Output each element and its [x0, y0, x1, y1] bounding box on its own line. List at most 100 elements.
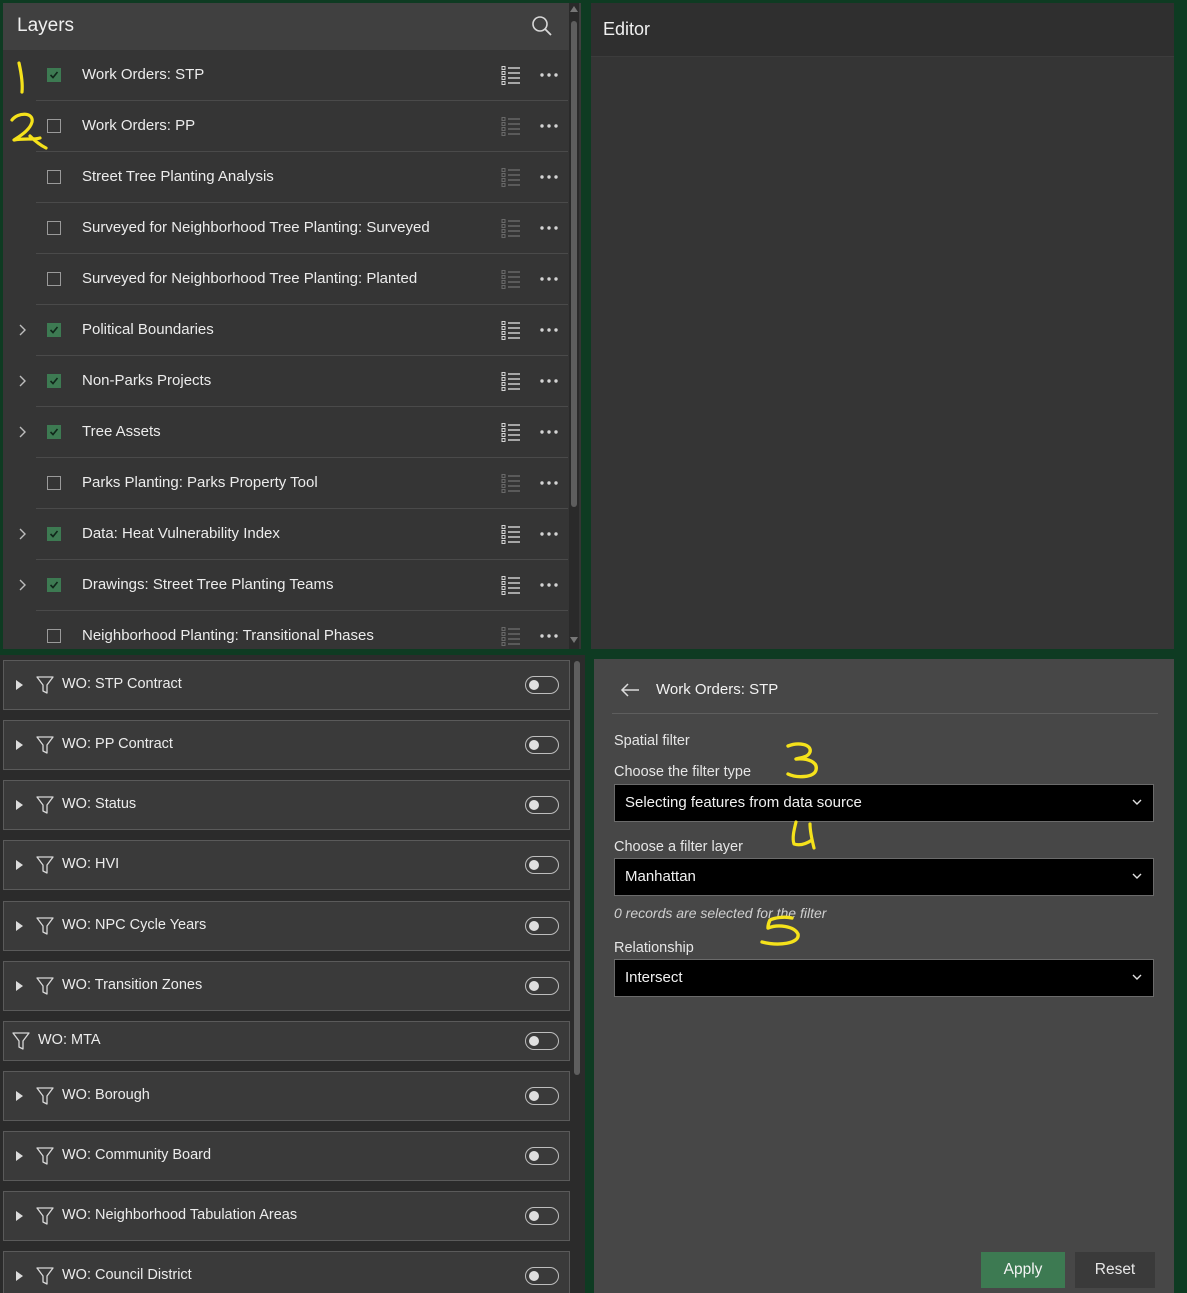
more-options-icon[interactable] [538, 371, 560, 391]
more-options-icon[interactable] [538, 269, 560, 289]
layers-scrollbar[interactable] [569, 3, 579, 649]
filter-item[interactable]: WO: Status [3, 780, 570, 830]
filter-toggle[interactable] [525, 856, 559, 874]
expand-triangle-icon[interactable] [16, 860, 23, 870]
layer-row[interactable]: Neighborhood Planting: Transitional Phas… [3, 611, 568, 649]
expand-triangle-icon[interactable] [16, 1271, 23, 1281]
layer-row[interactable]: Work Orders: STP [3, 50, 568, 101]
legend-icon[interactable] [501, 473, 521, 493]
layer-visibility-checkbox[interactable] [47, 323, 61, 337]
filter-item[interactable]: WO: HVI [3, 840, 570, 890]
filter-toggle[interactable] [525, 977, 559, 995]
legend-icon[interactable] [501, 371, 521, 391]
filter-item[interactable]: WO: Community Board [3, 1131, 570, 1181]
filter-layer-select[interactable]: Manhattan [614, 858, 1154, 896]
more-options-icon[interactable] [538, 116, 560, 136]
apply-button[interactable]: Apply [981, 1252, 1065, 1288]
filter-toggle[interactable] [525, 676, 559, 694]
layer-row[interactable]: Drawings: Street Tree Planting Teams [3, 560, 568, 611]
filter-toggle[interactable] [525, 1207, 559, 1225]
filter-type-select[interactable]: Selecting features from data source [614, 784, 1154, 822]
filter-item[interactable]: WO: NPC Cycle Years [3, 901, 570, 951]
expand-triangle-icon[interactable] [16, 1211, 23, 1221]
layer-visibility-checkbox[interactable] [47, 425, 61, 439]
layer-row[interactable]: Political Boundaries [3, 305, 568, 356]
layer-visibility-checkbox[interactable] [47, 374, 61, 388]
expand-triangle-icon[interactable] [16, 800, 23, 810]
more-options-icon[interactable] [538, 524, 560, 544]
chevron-right-icon[interactable] [15, 527, 29, 541]
expand-triangle-icon[interactable] [16, 740, 23, 750]
filter-toggle[interactable] [525, 1087, 559, 1105]
legend-icon[interactable] [501, 218, 521, 238]
expand-triangle-icon[interactable] [16, 1151, 23, 1161]
more-options-icon[interactable] [538, 626, 560, 646]
filter-toggle[interactable] [525, 1267, 559, 1285]
search-icon[interactable] [531, 15, 553, 37]
filters-scrollbar[interactable] [572, 661, 582, 1293]
legend-icon[interactable] [501, 167, 521, 187]
more-options-icon[interactable] [538, 320, 560, 340]
filter-toggle[interactable] [525, 736, 559, 754]
layer-row[interactable]: Tree Assets [3, 407, 568, 458]
legend-icon[interactable] [501, 422, 521, 442]
legend-icon[interactable] [501, 320, 521, 340]
filters-scroll-thumb[interactable] [574, 661, 580, 1075]
legend-icon[interactable] [501, 575, 521, 595]
chevron-right-icon[interactable] [15, 323, 29, 337]
scroll-down-icon[interactable] [570, 637, 578, 643]
layer-visibility-checkbox[interactable] [47, 170, 61, 184]
filter-toggle[interactable] [525, 1032, 559, 1050]
filter-item[interactable]: WO: MTA [3, 1021, 570, 1061]
layer-visibility-checkbox[interactable] [47, 221, 61, 235]
expand-triangle-icon[interactable] [16, 981, 23, 991]
layer-row[interactable]: Non-Parks Projects [3, 356, 568, 407]
filter-label: WO: STP Contract [62, 676, 182, 692]
filter-item[interactable]: WO: Neighborhood Tabulation Areas [3, 1191, 570, 1241]
layer-row[interactable]: Work Orders: PP [3, 101, 568, 152]
expand-triangle-icon[interactable] [16, 921, 23, 931]
more-options-icon[interactable] [538, 422, 560, 442]
legend-icon[interactable] [501, 65, 521, 85]
more-options-icon[interactable] [538, 575, 560, 595]
filter-toggle[interactable] [525, 796, 559, 814]
chevron-right-icon[interactable] [15, 578, 29, 592]
more-options-icon[interactable] [538, 218, 560, 238]
legend-icon[interactable] [501, 626, 521, 646]
more-options-icon[interactable] [538, 473, 560, 493]
filter-toggle[interactable] [525, 917, 559, 935]
legend-icon[interactable] [501, 269, 521, 289]
layer-visibility-checkbox[interactable] [47, 578, 61, 592]
filter-item[interactable]: WO: STP Contract [3, 660, 570, 710]
chevron-down-icon [1132, 799, 1142, 805]
layer-visibility-checkbox[interactable] [47, 68, 61, 82]
more-options-icon[interactable] [538, 65, 560, 85]
layer-row[interactable]: Data: Heat Vulnerability Index [3, 509, 568, 560]
filter-item[interactable]: WO: Council District [3, 1251, 570, 1293]
expand-triangle-icon[interactable] [16, 1091, 23, 1101]
filter-item[interactable]: WO: Borough [3, 1071, 570, 1121]
layer-visibility-checkbox[interactable] [47, 527, 61, 541]
layer-visibility-checkbox[interactable] [47, 476, 61, 490]
layer-row[interactable]: Surveyed for Neighborhood Tree Planting:… [3, 254, 568, 305]
filter-funnel-icon [36, 1267, 54, 1285]
legend-icon[interactable] [501, 116, 521, 136]
relationship-select[interactable]: Intersect [614, 959, 1154, 997]
more-options-icon[interactable] [538, 167, 560, 187]
layer-visibility-checkbox[interactable] [47, 629, 61, 643]
layer-row[interactable]: Surveyed for Neighborhood Tree Planting:… [3, 203, 568, 254]
expand-triangle-icon[interactable] [16, 680, 23, 690]
filter-item[interactable]: WO: Transition Zones [3, 961, 570, 1011]
chevron-right-icon[interactable] [15, 374, 29, 388]
chevron-right-icon[interactable] [15, 425, 29, 439]
filter-item[interactable]: WO: PP Contract [3, 720, 570, 770]
legend-icon[interactable] [501, 524, 521, 544]
scroll-up-icon[interactable] [570, 6, 578, 12]
layer-visibility-checkbox[interactable] [47, 272, 61, 286]
back-arrow-icon[interactable] [620, 683, 640, 697]
filter-toggle[interactable] [525, 1147, 559, 1165]
layer-row[interactable]: Parks Planting: Parks Property Tool [3, 458, 568, 509]
layers-scroll-thumb[interactable] [571, 21, 577, 507]
layer-row[interactable]: Street Tree Planting Analysis [3, 152, 568, 203]
reset-button[interactable]: Reset [1075, 1252, 1155, 1288]
